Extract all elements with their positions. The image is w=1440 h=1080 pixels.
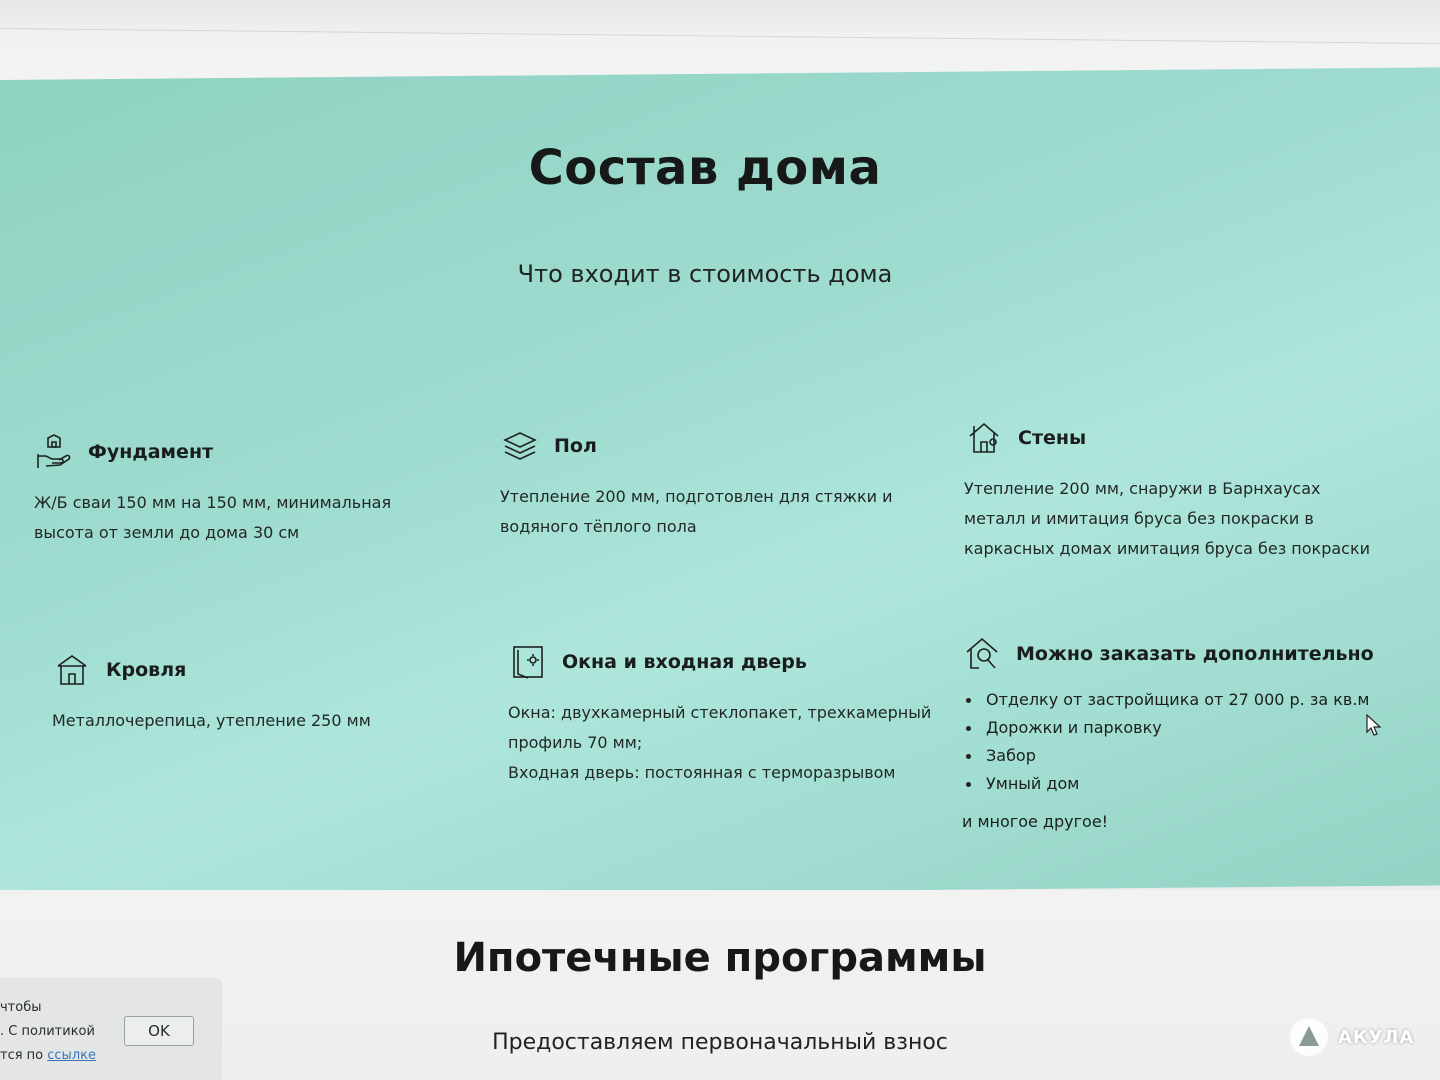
extras-list: Отделку от застройщика от 27 000 р. за к… — [962, 686, 1392, 798]
card-text-line: Окна: двухкамерный стеклопакет, трехкаме… — [508, 703, 932, 722]
card-text-line: Входная дверь: постоянная с терморазрыво… — [508, 763, 896, 782]
card-title: Можно заказать дополнительно — [1016, 643, 1374, 665]
card-description: Ж/Б сваи 150 мм на 150 мм, минимальная в… — [34, 488, 464, 548]
house-search-icon — [962, 634, 1002, 674]
card-text-line: водяного тёплого пола — [500, 517, 697, 536]
roof-house-icon — [52, 650, 92, 690]
cookie-banner: чтобы . С политикой тся по ссылке OK — [0, 978, 222, 1080]
card-description: Утепление 200 мм, подготовлен для стяжки… — [500, 482, 930, 542]
composition-subtitle: Что входит в стоимость дома — [517, 260, 893, 288]
card-description: Утепление 200 мм, снаружи в Барнхаусах м… — [964, 474, 1394, 564]
cookie-text-prefix: тся по — [0, 1048, 48, 1063]
list-item: Отделку от застройщика от 27 000 р. за к… — [962, 686, 1392, 714]
window-door-icon — [508, 642, 548, 682]
card-text-line: Ж/Б сваи 150 мм на 150 мм, минимальная — [34, 493, 392, 512]
list-item: Умный дом — [962, 770, 1392, 798]
card-title: Стены — [1018, 427, 1087, 449]
card-text-line: профиль 70 мм; — [508, 733, 643, 752]
card-extras: Можно заказать дополнительно Отделку от … — [962, 632, 1392, 836]
list-item: Дорожки и парковку — [962, 714, 1392, 742]
list-item: Забор — [962, 742, 1392, 770]
cookie-text-line: . С политикой — [0, 1024, 95, 1039]
card-roof: Кровля Металлочерепица, утепление 250 мм — [52, 648, 482, 736]
composition-title: Состав дома — [528, 140, 882, 196]
cookie-text-line: тся по ссылке — [0, 1048, 96, 1063]
shark-logo-icon — [1290, 1018, 1328, 1056]
card-text-line: высота от земли до дома 30 см — [34, 523, 300, 542]
extras-footer: и многое другое! — [962, 812, 1109, 831]
cookie-ok-button[interactable]: OK — [124, 1016, 194, 1046]
cookie-text-line: чтобы — [0, 1000, 42, 1015]
walls-house-icon — [964, 418, 1004, 458]
card-foundation: Фундамент Ж/Б сваи 150 мм на 150 мм, мин… — [34, 430, 464, 548]
card-floor: Пол Утепление 200 мм, подготовлен для ст… — [500, 424, 930, 542]
mortgage-title: Ипотечные программы — [453, 935, 987, 981]
card-text-line: каркасных домах имитация бруса без покра… — [964, 539, 1371, 558]
card-text-line: Утепление 200 мм, снаружи в Барнхаусах — [964, 479, 1321, 498]
card-description: Металлочерепица, утепление 250 мм — [52, 706, 482, 736]
cookie-policy-link[interactable]: ссылке — [47, 1048, 96, 1063]
card-title: Кровля — [106, 659, 187, 681]
mouse-cursor-icon — [1366, 714, 1382, 736]
card-walls: Стены Утепление 200 мм, снаружи в Барнха… — [964, 416, 1394, 564]
card-windows-door: Окна и входная дверь Окна: двухкамерный … — [508, 640, 938, 788]
floor-layers-icon — [500, 426, 540, 466]
mortgage-text: Предоставляем первоначальный взнос — [492, 1030, 948, 1055]
card-text-line: металл и имитация бруса без покраски в — [964, 509, 1314, 528]
card-text-line: Утепление 200 мм, подготовлен для стяжки… — [500, 487, 893, 506]
card-title: Окна и входная дверь — [562, 651, 807, 673]
watermark-label: АКУЛА — [1338, 1026, 1415, 1048]
card-title: Фундамент — [88, 441, 214, 463]
card-title: Пол — [554, 435, 597, 457]
watermark: АКУЛА — [1290, 1018, 1414, 1056]
card-description: Окна: двухкамерный стеклопакет, трехкаме… — [508, 698, 938, 788]
card-text-line: Металлочерепица, утепление 250 мм — [52, 711, 371, 730]
foundation-icon — [34, 432, 74, 472]
